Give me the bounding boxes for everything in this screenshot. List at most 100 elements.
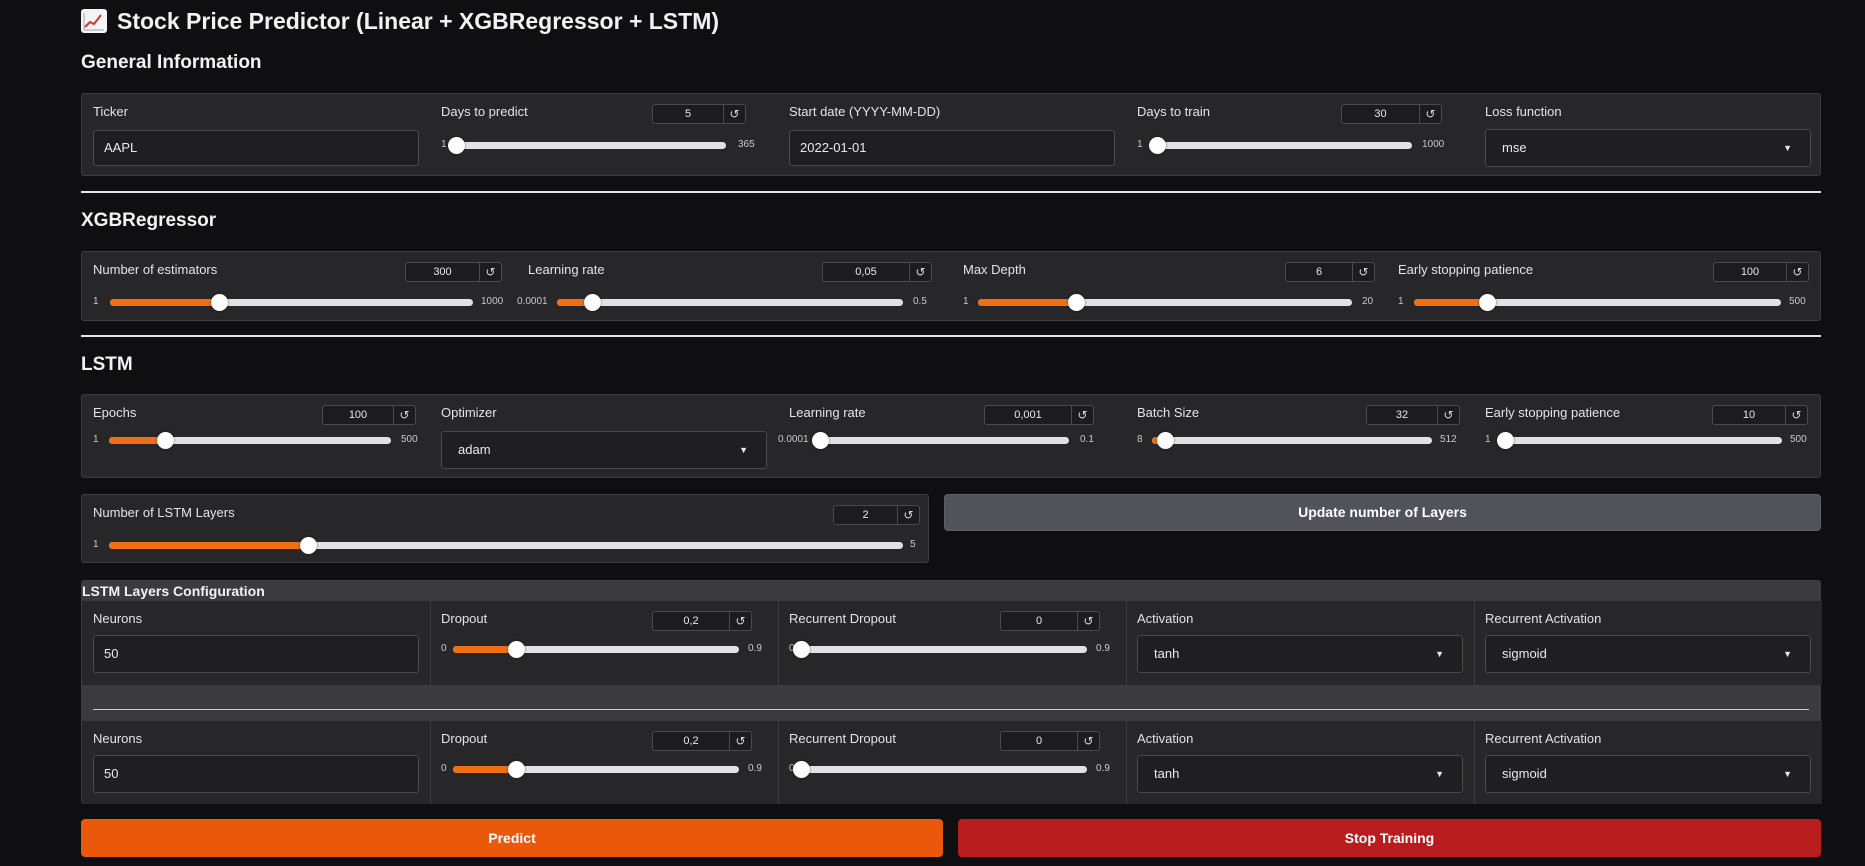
days-to-train-label: Days to train (1137, 104, 1210, 119)
xgb-early-stopping-track[interactable] (1414, 294, 1781, 311)
num-layers-value[interactable]: 2 (834, 506, 897, 524)
slider-thumb[interactable] (583, 294, 601, 311)
slider-max: 0.9 (1096, 643, 1110, 654)
epochs-track[interactable] (109, 432, 391, 449)
ticker-input[interactable]: AAPL (93, 130, 419, 166)
slider-thumb[interactable] (1148, 137, 1166, 154)
predict-button[interactable]: Predict (81, 819, 943, 857)
dropout-label: Dropout (441, 611, 488, 626)
n-estimators-label: Number of estimators (93, 262, 218, 277)
recurrent-dropout-track[interactable] (793, 641, 1087, 658)
reset-icon[interactable]: ↺ (1786, 263, 1808, 281)
slider-thumb[interactable] (508, 641, 526, 658)
dropout-track[interactable] (453, 641, 739, 658)
slider-thumb[interactable] (793, 641, 810, 658)
dropout-track[interactable] (453, 761, 739, 778)
reset-icon[interactable]: ↺ (1419, 105, 1441, 123)
neurons-input[interactable]: 50 (93, 755, 419, 793)
lstm-early-stopping-track[interactable] (1497, 432, 1782, 449)
recurrent-activation-dropdown[interactable]: sigmoid ▼ (1485, 635, 1811, 673)
layer-row-2: Neurons 50 Dropout 0,2 ↺ 0 0.9 Recurrent… (82, 721, 1822, 804)
reset-icon[interactable]: ↺ (1077, 732, 1099, 750)
recurrent-activation-field: Recurrent Activation sigmoid ▼ (1474, 721, 1822, 804)
xgb-learning-rate-track[interactable] (557, 294, 903, 311)
section-lstm-title: LSTM (81, 354, 133, 375)
recurrent-dropout-value[interactable]: 0 (1001, 732, 1077, 750)
slider-fill (453, 766, 517, 773)
days-to-train-value[interactable]: 30 (1342, 105, 1419, 123)
reset-icon[interactable]: ↺ (729, 732, 751, 750)
activation-dropdown[interactable]: tanh ▼ (1137, 635, 1463, 673)
slider-thumb[interactable] (793, 761, 810, 778)
lstm-learning-rate-label: Learning rate (789, 405, 866, 420)
slider-thumb[interactable] (156, 432, 174, 449)
xgb-learning-rate-value[interactable]: 0,05 (823, 263, 909, 281)
start-date-input[interactable]: 2022-01-01 (789, 130, 1115, 166)
batch-size-track[interactable] (1152, 432, 1432, 449)
chevron-down-icon: ▼ (1783, 143, 1792, 153)
recurrent-dropout-value[interactable]: 0 (1001, 612, 1077, 630)
lstm-learning-rate-track[interactable] (812, 432, 1069, 449)
dropout-number: 0,2 ↺ (652, 611, 752, 631)
activation-dropdown[interactable]: tanh ▼ (1137, 755, 1463, 793)
epochs-value[interactable]: 100 (323, 406, 393, 424)
max-depth-slider: Max Depth 6 ↺ 1 20 (952, 252, 1387, 320)
neurons-label: Neurons (93, 731, 143, 746)
layers-config-title: LSTM Layers Configuration (82, 583, 265, 599)
reset-icon[interactable]: ↺ (1077, 612, 1099, 630)
batch-size-value[interactable]: 32 (1367, 406, 1437, 424)
stop-training-button[interactable]: Stop Training (958, 819, 1821, 857)
xgb-early-stopping-value[interactable]: 100 (1714, 263, 1786, 281)
chevron-down-icon: ▼ (1435, 769, 1444, 779)
reset-icon[interactable]: ↺ (723, 105, 745, 123)
slider-thumb[interactable] (210, 294, 228, 311)
slider-max: 500 (1789, 296, 1806, 307)
reset-icon[interactable]: ↺ (897, 506, 919, 524)
slider-min: 1 (441, 139, 447, 150)
recurrent-activation-dropdown[interactable]: sigmoid ▼ (1485, 755, 1811, 793)
optimizer-dropdown[interactable]: adam ▼ (441, 431, 767, 469)
batch-size-number: 32 ↺ (1366, 405, 1460, 425)
slider-thumb[interactable] (1478, 294, 1496, 311)
dropout-slider: Dropout 0,2 ↺ 0 0.9 (430, 601, 778, 685)
recurrent-dropout-track[interactable] (793, 761, 1087, 778)
slider-thumb[interactable] (1157, 432, 1175, 449)
slider-thumb[interactable] (1068, 294, 1086, 311)
dropout-value[interactable]: 0,2 (653, 732, 729, 750)
max-depth-value[interactable]: 6 (1286, 263, 1352, 281)
slider-thumb[interactable] (448, 137, 465, 154)
slider-fill (110, 299, 219, 306)
lstm-learning-rate-value[interactable]: 0,001 (985, 406, 1071, 424)
days-to-predict-slider: Days to predict 5 ↺ 1 365 (430, 94, 778, 175)
slider-max: 20 (1362, 296, 1374, 307)
reset-icon[interactable]: ↺ (1437, 406, 1459, 424)
dropout-value[interactable]: 0,2 (653, 612, 729, 630)
lstm-panel: Epochs 100 ↺ 1 500 Optimizer adam ▼ Lear… (81, 394, 1821, 478)
days-to-predict-value[interactable]: 5 (653, 105, 723, 123)
reset-icon[interactable]: ↺ (479, 263, 501, 281)
neurons-input[interactable]: 50 (93, 635, 419, 673)
lstm-early-stopping-value[interactable]: 10 (1713, 406, 1785, 424)
n-estimators-track[interactable] (110, 294, 473, 311)
epochs-label: Epochs (93, 405, 137, 420)
reset-icon[interactable]: ↺ (909, 263, 931, 281)
days-to-train-number: 30 ↺ (1341, 104, 1442, 124)
n-estimators-value[interactable]: 300 (406, 263, 479, 281)
reset-icon[interactable]: ↺ (729, 612, 751, 630)
reset-icon[interactable]: ↺ (1785, 406, 1807, 424)
days-to-predict-track[interactable] (448, 137, 726, 154)
slider-thumb[interactable] (1497, 432, 1515, 449)
general-panel: Ticker AAPL Days to predict 5 ↺ 1 365 St… (81, 93, 1821, 176)
slider-thumb[interactable] (812, 432, 830, 449)
days-to-train-track[interactable] (1148, 137, 1412, 154)
slider-thumb[interactable] (299, 537, 317, 554)
num-layers-track[interactable] (109, 537, 903, 554)
activation-value: tanh (1154, 646, 1180, 661)
loss-function-dropdown[interactable]: mse ▼ (1485, 129, 1811, 167)
reset-icon[interactable]: ↺ (393, 406, 415, 424)
reset-icon[interactable]: ↺ (1352, 263, 1374, 281)
max-depth-track[interactable] (978, 294, 1352, 311)
reset-icon[interactable]: ↺ (1071, 406, 1093, 424)
slider-thumb[interactable] (508, 761, 526, 778)
update-layers-button[interactable]: Update number of Layers (944, 494, 1821, 531)
